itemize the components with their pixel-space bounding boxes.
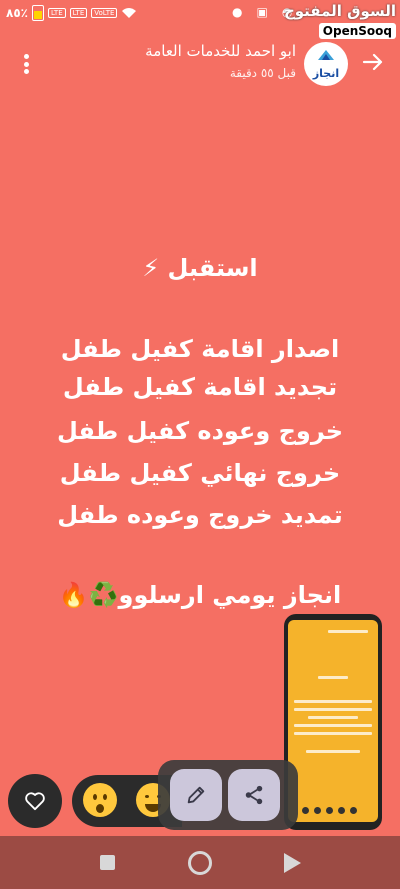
pencil-icon [187,786,205,804]
opensooq-watermark: السوق المفتوح OpenSooq [284,2,396,39]
story-line-7: انجاز يومي ارسلوو♻️🔥 [58,581,342,609]
page-title[interactable]: ابو احمد للخدمات العامة [145,42,296,60]
avatar[interactable]: انجاز [304,42,348,86]
system-navigation-bar [0,836,400,889]
network-tag-2: LTE [69,8,88,18]
back-nav-button[interactable] [284,853,301,873]
home-button[interactable] [188,851,212,875]
arrow-right-icon [362,53,383,71]
back-button[interactable] [360,50,386,76]
network-tag-3: VoLTE [91,8,118,18]
story-line-5: خروج نهائي كفيل طفل [59,459,341,487]
wifi-icon [122,8,137,18]
logo-mark-icon [318,50,334,60]
story-preview-thumbnail[interactable] [284,614,382,830]
recent-apps-button[interactable] [100,855,115,870]
story-header: انجاز ابو احمد للخدمات العامة قبل ٥٥ دقي… [0,40,400,90]
battery-icon [31,5,44,21]
post-time: قبل ٥٥ دقيقة [229,66,296,80]
battery-percentage: ٨٥٪ [6,6,28,20]
avatar-label: انجاز [312,67,340,80]
story-line-1: استقبل ⚡ [142,254,258,282]
preview-screen [288,620,378,822]
heart-icon [25,792,45,811]
story-actions-panel [158,760,298,830]
story-line-2: اصدار اقامة كفيل طفل [60,335,340,363]
document-icon: ▣ [256,5,268,19]
more-vertical-icon [23,54,29,59]
network-tag-1: LTE [47,8,66,18]
share-icon [245,785,263,805]
notification-dot-icon: ● [232,5,243,19]
story-line-6: تمديد خروج وعوده طفل [57,501,343,529]
like-button[interactable] [8,774,62,828]
edit-button[interactable] [170,769,222,821]
surprised-emoji-icon[interactable] [83,783,117,817]
watermark-arabic: السوق المفتوح [283,2,396,20]
story-line-4: خروج وعوده كفيل طفل [56,417,344,445]
watermark-english: OpenSooq [318,23,396,39]
share-button[interactable] [228,769,280,821]
more-options-button[interactable] [16,50,36,78]
status-left-group: ٨٥٪ LTE LTE VoLTE [6,5,137,21]
story-line-3: تجديد اقامة كفيل طفل [62,373,338,401]
